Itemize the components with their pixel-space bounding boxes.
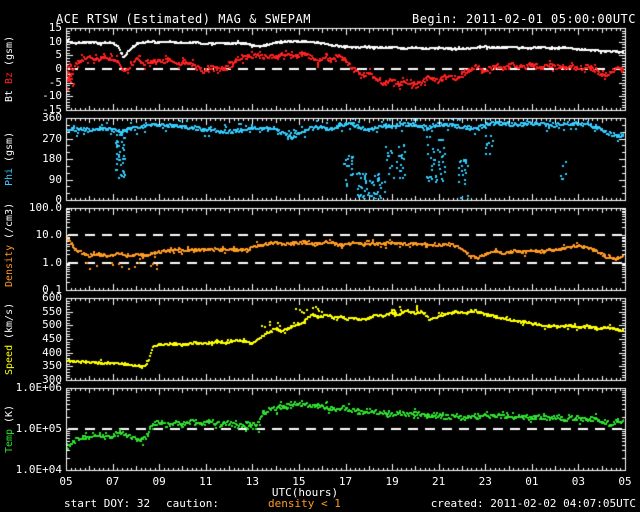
- x-tick-label: 15: [292, 475, 306, 488]
- panel-ylabel: Density (/cm3): [3, 203, 17, 290]
- ylabel-part: Phi: [4, 168, 15, 187]
- x-tick-label: 01: [525, 475, 539, 488]
- ylabel-part: (gsm): [4, 35, 15, 67]
- panel-ylabel: Temp (K): [3, 388, 17, 470]
- caution-value: density < 1: [268, 497, 341, 510]
- panel-ylabel: Speed (km/s): [3, 298, 17, 380]
- x-tick-label: 13: [245, 475, 259, 488]
- x-tick-label: 19: [385, 475, 399, 488]
- plot-canvas: [0, 0, 640, 512]
- caution-label: caution:: [166, 497, 219, 510]
- ylabel-part: (K): [4, 404, 15, 423]
- ylabel-part: Density: [4, 244, 15, 287]
- ylabel-part: (/cm3): [4, 202, 15, 239]
- ylabel-part: (gsm): [4, 131, 15, 163]
- x-tick-label: 05: [618, 475, 632, 488]
- x-tick-label: 05: [59, 475, 73, 488]
- ylabel-part: Temp: [4, 428, 15, 454]
- ace-rtsw-plot: ACE RTSW (Estimated) MAG & SWEPAM Begin:…: [0, 0, 640, 512]
- panel-ylabel: Phi (gsm): [3, 118, 17, 200]
- x-tick-label: 23: [478, 475, 492, 488]
- x-tick-label: 11: [199, 475, 213, 488]
- ylabel-part: Speed: [4, 345, 15, 376]
- ylabel-part: Bt: [4, 90, 15, 103]
- panel-ylabel: Bt Bz (gsm): [3, 28, 17, 110]
- x-tick-label: 03: [571, 475, 586, 488]
- ylabel-part: (km/s): [4, 302, 15, 340]
- page-title: ACE RTSW (Estimated) MAG & SWEPAM: [56, 12, 311, 26]
- ylabel-part: Bz: [4, 72, 15, 85]
- created-timestamp: created: 2011-02-02 04:07:05UTC: [430, 497, 636, 510]
- start-doy-label: start DOY: 32: [64, 497, 151, 510]
- x-tick-label: 21: [432, 475, 446, 488]
- x-tick-label: 17: [338, 475, 353, 488]
- begin-timestamp: Begin: 2011-02-01 05:00:00UTC: [411, 12, 636, 26]
- x-tick-label: 07: [105, 475, 120, 488]
- x-tick-label: 09: [152, 475, 166, 488]
